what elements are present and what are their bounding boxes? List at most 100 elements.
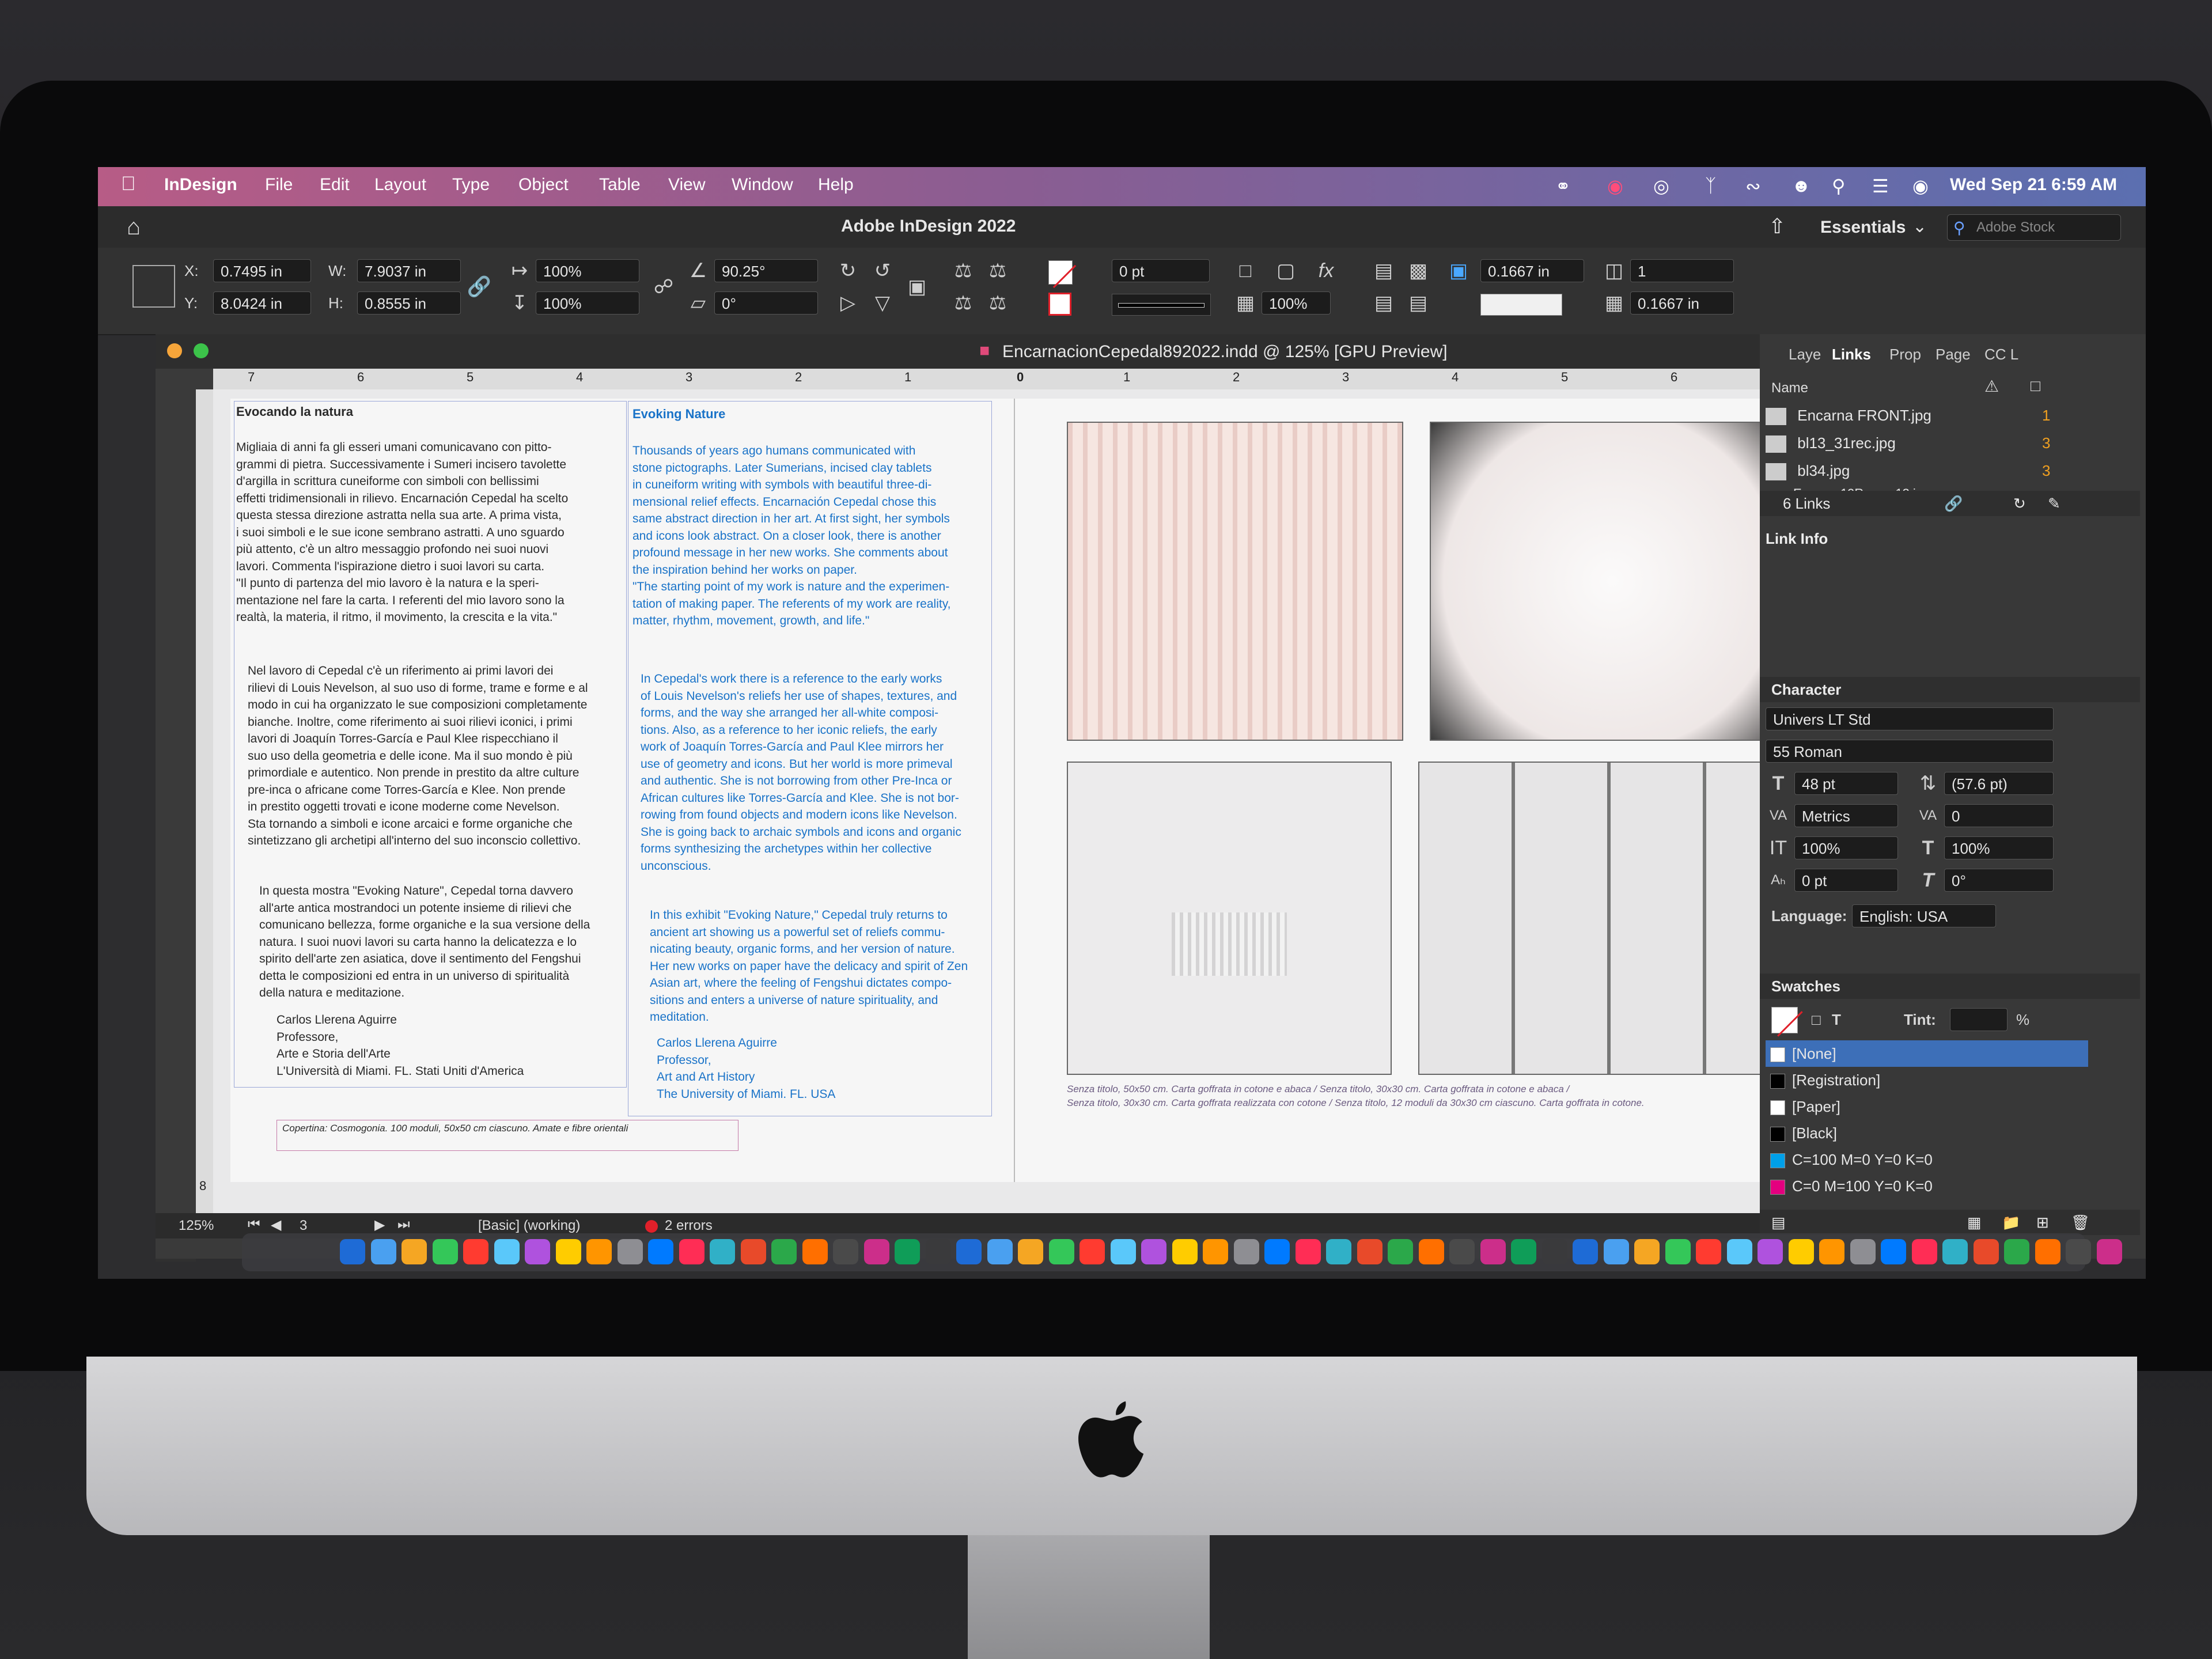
dock-app-icon[interactable] — [925, 1239, 951, 1264]
flip-horizontal-icon[interactable]: ▷ — [835, 291, 861, 315]
apple-menu-icon[interactable]:  — [121, 173, 136, 195]
menu-file[interactable]: File — [265, 175, 293, 195]
menu-object[interactable]: Object — [518, 175, 569, 195]
leading-field[interactable]: (57.6 pt) — [1944, 772, 2054, 795]
dock-app-icon[interactable] — [1326, 1239, 1351, 1264]
menu-view[interactable]: View — [668, 175, 705, 195]
character-panel-header[interactable]: Character — [1760, 677, 2140, 702]
preflight-errors[interactable]: 2 errors — [665, 1218, 713, 1234]
new-color-group-icon[interactable]: ▦ — [1967, 1210, 1982, 1235]
height-field[interactable]: 0.8555 in — [357, 291, 461, 315]
opacity-field[interactable]: 100% — [1262, 291, 1331, 315]
frame-color-dropdown[interactable] — [1480, 294, 1562, 316]
rotate-ccw-icon[interactable]: ↺ — [870, 259, 895, 282]
dock-app-icon[interactable] — [555, 1239, 581, 1264]
frame-fitting-icon[interactable]: □ — [1233, 259, 1258, 282]
scale-y-field[interactable]: 100% — [536, 291, 639, 315]
dock-app-icon[interactable] — [1942, 1239, 1968, 1264]
tab-layers[interactable]: Laye — [1789, 346, 1821, 363]
dock-app-icon[interactable] — [1603, 1239, 1629, 1264]
stroke-swatch[interactable] — [1048, 293, 1071, 316]
offset-field-2[interactable]: 0.1667 in — [1630, 291, 1734, 315]
align-icon[interactable]: ⚖ — [950, 259, 976, 282]
kerning-field[interactable]: Metrics — [1794, 804, 1898, 827]
align-center-icon[interactable]: ⚖ — [950, 291, 976, 315]
workspace-switcher[interactable]: Essentials — [1820, 218, 1906, 237]
pasteboard[interactable]: Evocando la natura Migliaia di anni fa g… — [213, 389, 1849, 1213]
record-icon[interactable]: ◉ — [1607, 175, 1623, 197]
link-page-number[interactable]: 3 — [2042, 430, 2050, 456]
siri-icon[interactable]: ◉ — [1912, 175, 1929, 197]
folder-icon[interactable]: 📁 — [2002, 1210, 2020, 1235]
swatches-panel-header[interactable]: Swatches — [1760, 974, 2140, 999]
dock-app-icon[interactable] — [771, 1239, 797, 1264]
share-icon[interactable]: ⇧ — [1768, 214, 1786, 238]
dock-app-icon[interactable] — [863, 1239, 889, 1264]
adobe-stock-search[interactable]: ⚲ Adobe Stock — [1947, 214, 2121, 241]
shear-field[interactable]: 0° — [714, 291, 818, 315]
stroke-type-dropdown[interactable] — [1112, 294, 1211, 316]
photo-single-module-relief[interactable] — [1067, 762, 1392, 1075]
photo-twelve-modules-relief[interactable] — [1418, 762, 1795, 1075]
constrain-proportions-icon[interactable]: 🔗 — [467, 275, 492, 298]
font-size-field[interactable]: 48 pt — [1794, 772, 1898, 795]
rotation-field[interactable]: 90.25° — [714, 259, 818, 282]
reference-point-icon[interactable] — [132, 265, 175, 308]
fill-stroke-proxy[interactable] — [1771, 1007, 1803, 1037]
tab-cc-libraries[interactable]: CC L — [1984, 346, 2018, 363]
language-dropdown[interactable]: English: USA — [1852, 904, 1996, 927]
dock-app-icon[interactable] — [710, 1239, 735, 1264]
preflight-profile[interactable]: [Basic] (working) — [478, 1218, 580, 1234]
tab-pages[interactable]: Page — [1936, 346, 1971, 363]
window-zoom-icon[interactable] — [194, 343, 209, 358]
user-icon[interactable]: ☻ — [1791, 175, 1811, 196]
dock-app-icon[interactable] — [1758, 1239, 1783, 1264]
dock-app-icon[interactable] — [586, 1239, 612, 1264]
width-field[interactable]: 7.9037 in — [357, 259, 461, 282]
dock-app-icon[interactable] — [679, 1239, 704, 1264]
distribute-icon[interactable]: ⚖ — [985, 259, 1010, 282]
spotlight-search-icon[interactable]: ⚲ — [1832, 175, 1845, 197]
menu-edit[interactable]: Edit — [320, 175, 350, 195]
menu-window[interactable]: Window — [732, 175, 793, 195]
select-container-icon[interactable]: ▣ — [904, 275, 930, 298]
app-menu[interactable]: InDesign — [164, 175, 237, 195]
dock-app-icon[interactable] — [1233, 1239, 1259, 1264]
dock-app-icon[interactable] — [1726, 1239, 1752, 1264]
text-wrap-jump-icon[interactable]: ▤ — [1406, 291, 1431, 315]
dock-app-icon[interactable] — [1634, 1239, 1660, 1264]
dock-app-icon[interactable] — [2004, 1239, 2029, 1264]
swatch-row[interactable]: [Paper] — [1766, 1093, 2088, 1120]
tracking-field[interactable]: 0 — [1944, 804, 2054, 827]
dock-app-icon[interactable] — [370, 1239, 396, 1264]
container-icon[interactable]: □ — [1812, 1008, 1821, 1031]
trash-icon[interactable]: 🗑 — [2071, 1210, 2090, 1235]
dock-app-icon[interactable] — [1850, 1239, 1876, 1264]
dock-app-icon[interactable] — [432, 1239, 458, 1264]
swatch-library-icon[interactable]: ▤ — [1771, 1210, 1786, 1235]
dock-app-icon[interactable] — [494, 1239, 520, 1264]
skew-field[interactable]: 0° — [1944, 869, 2054, 892]
dock-app-icon[interactable] — [1357, 1239, 1382, 1264]
chevron-down-icon[interactable]: ⌄ — [1912, 217, 1927, 237]
dock-app-icon[interactable] — [1141, 1239, 1166, 1264]
menu-layout[interactable]: Layout — [374, 175, 426, 195]
clock[interactable]: Wed Sep 21 6:59 AM — [1950, 175, 2117, 195]
dock-app-icon[interactable] — [1911, 1239, 1937, 1264]
dock-app-icon[interactable] — [1819, 1239, 1844, 1264]
text-wrap-icon[interactable]: ▤ — [1371, 259, 1396, 282]
swatch-row[interactable]: C=100 M=0 Y=0 K=0 — [1766, 1146, 2088, 1173]
tint-field[interactable] — [1950, 1008, 2008, 1031]
dock-app-icon[interactable] — [1110, 1239, 1136, 1264]
fill-swatch[interactable] — [1048, 260, 1077, 289]
home-icon[interactable]: ⌂ — [127, 214, 141, 240]
photo-square-grid-relief[interactable] — [1430, 422, 1795, 741]
window-minimize-icon[interactable] — [167, 343, 182, 358]
dock-app-icon[interactable] — [1080, 1239, 1105, 1264]
dock-app-icon[interactable] — [956, 1239, 982, 1264]
dock-app-icon[interactable] — [1048, 1239, 1074, 1264]
dock-app-icon[interactable] — [833, 1239, 858, 1264]
grammarly-icon[interactable]: ◎ — [1653, 175, 1669, 197]
text-icon[interactable]: T — [1832, 1008, 1841, 1031]
dock-app-icon[interactable] — [1665, 1239, 1691, 1264]
